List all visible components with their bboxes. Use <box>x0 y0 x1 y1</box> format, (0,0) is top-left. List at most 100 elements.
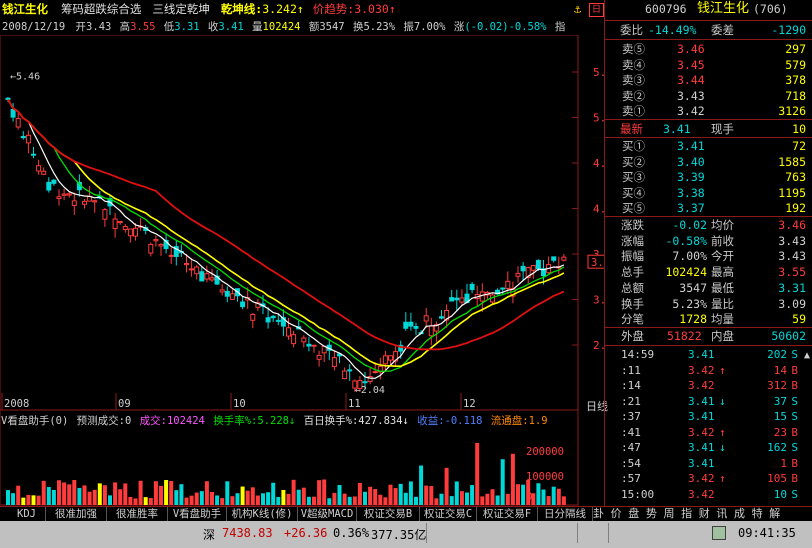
flow-label: 流通盘: <box>490 415 529 427</box>
volume-bar <box>72 480 77 505</box>
tick-time: 14:59 <box>621 348 655 361</box>
buy-price: 3.41 <box>677 139 705 153</box>
volume-bar <box>31 495 36 505</box>
tick-time: :37 <box>621 410 641 423</box>
volume-bar <box>536 483 541 505</box>
tick-price: 3.42 <box>688 425 715 439</box>
volume-bar <box>36 495 41 505</box>
tick-time: :57 <box>621 472 641 485</box>
tick-volume: 202 <box>767 348 787 361</box>
volume-bar <box>108 495 112 505</box>
stat-label: 涨跌 <box>621 218 644 232</box>
candle-body <box>342 370 348 380</box>
volume-bar <box>454 481 459 505</box>
candle-body <box>515 272 521 277</box>
vol-label: 量 <box>252 21 263 33</box>
qiankun-label: 乾坤线: <box>220 2 263 16</box>
stat-value: 3.43 <box>778 233 806 248</box>
network-icon[interactable] <box>712 526 726 540</box>
candle-body <box>51 179 57 184</box>
volume-bar <box>459 491 464 505</box>
buy-row: 买① 3.41 72 <box>605 138 812 154</box>
volume-bar <box>332 492 337 505</box>
stat-label: 总手 <box>621 265 644 280</box>
volume-bar <box>434 498 439 505</box>
sell-label: 卖⑤ <box>622 42 645 56</box>
sell-volume: 718 <box>785 88 806 103</box>
candle-body <box>209 277 215 281</box>
volume-bar <box>312 496 316 505</box>
latest-value: 3.41 <box>663 122 691 136</box>
volume-bar <box>546 496 551 505</box>
waipan-value: 51822 <box>667 329 702 343</box>
volume-bar <box>480 496 485 505</box>
indicator-tab[interactable]: V看盘助手 <box>168 507 227 521</box>
tick-price: 3.42 <box>688 379 715 392</box>
stat-value: 3547 <box>679 280 707 295</box>
indicator-tab[interactable]: 权证交易B <box>357 507 420 521</box>
price-axis-label: 4.00 <box>593 203 604 216</box>
tick-side: B <box>791 379 798 392</box>
candle-body <box>224 290 230 297</box>
candle-body <box>184 263 189 266</box>
volume-bar <box>148 498 153 505</box>
indicator-tab[interactable]: 很准胜率 <box>107 507 168 521</box>
indicator-tab[interactable]: 权证交易F <box>477 507 538 521</box>
tick-side: B <box>791 456 798 470</box>
low-label: 低 <box>163 21 175 33</box>
stock-name-panel: 钱江生化 <box>697 1 750 16</box>
indicator-tab[interactable]: 很准加强 <box>46 507 107 521</box>
high-value: 3.55 <box>130 21 156 33</box>
indicator-tab[interactable]: 机构K线(修) <box>227 507 298 521</box>
right-toolbar[interactable]: 卦 价 盘 势 周 指 财 讯 成 特 解 <box>593 507 780 521</box>
date-value: 2008/12/19 <box>2 21 66 33</box>
up-arrow-icon: ↑ <box>719 425 726 439</box>
chg-value: (-0.02)-0.58% <box>464 21 547 33</box>
indicator-tab[interactable]: V超级MACD <box>298 507 357 521</box>
stock-count: (706) <box>753 2 788 16</box>
tick-volume: 23 <box>773 425 787 439</box>
volume-bar <box>352 496 357 505</box>
candle-body <box>10 109 16 118</box>
volume-bar <box>551 486 556 505</box>
tick-time: :14 <box>621 379 641 392</box>
volume-bar <box>184 497 189 505</box>
anchor-icon[interactable]: ⚓ <box>574 3 586 16</box>
sell-label: 卖② <box>622 88 645 103</box>
volume-bar <box>128 496 133 505</box>
stat-row: 涨幅 -0.58% 前收 3.43 <box>605 233 812 249</box>
up-arrow-icon: ↑ <box>719 363 726 377</box>
volume-bar <box>342 493 347 505</box>
candle-body <box>46 181 52 191</box>
candle-body <box>286 327 291 337</box>
tick-price: 3.41 <box>688 410 715 423</box>
buy-volume: 763 <box>785 170 806 185</box>
shou-label: 收益: <box>417 415 445 427</box>
stat-row: 总额 3547 最低 3.31 <box>605 280 812 296</box>
buy-price: 3.37 <box>677 201 705 216</box>
candle-body <box>459 297 465 303</box>
down-arrow-icon: ↓ <box>288 415 296 427</box>
candle-body <box>306 343 312 347</box>
volume-bar <box>210 491 214 505</box>
stock-name: 钱江生化 <box>2 2 48 16</box>
volume-bar <box>255 495 260 505</box>
indicator-tab[interactable]: KDJ <box>8 507 46 521</box>
sub-indicator-name: V看盘助手(0) <box>1 415 69 427</box>
stat-label: 均价 <box>711 218 734 232</box>
volume-bar <box>26 494 31 505</box>
candle-body <box>408 321 414 327</box>
candle-body <box>561 256 567 261</box>
main-chart[interactable]: 5.505.004.504.003.503.002.50200809101112… <box>0 35 604 506</box>
indicator-tab[interactable]: 日分隔线 <box>538 507 593 521</box>
calendar-icon[interactable]: 日 <box>589 3 604 17</box>
tick-side: S <box>791 348 798 361</box>
xianshou-label: 现手 <box>711 122 734 136</box>
ma-yellow-line <box>7 99 565 367</box>
volume-bar <box>138 480 143 505</box>
stat-label: 量比 <box>711 296 734 311</box>
indicator-tab[interactable]: 权证交易C <box>420 507 477 521</box>
buy-row: 买② 3.40 1585 <box>605 154 812 170</box>
candle-body <box>189 268 195 271</box>
divider <box>605 345 812 346</box>
